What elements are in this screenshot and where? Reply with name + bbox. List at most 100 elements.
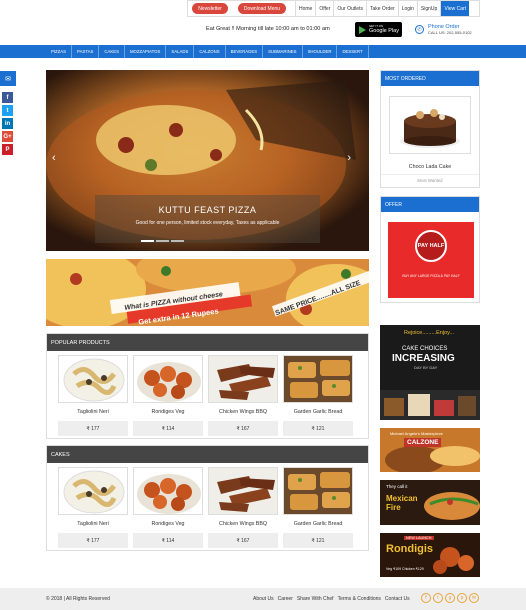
google-plus-icon[interactable]: g — [445, 593, 455, 603]
product-image — [58, 355, 128, 403]
nav-beverages[interactable]: BEVERAGES — [226, 45, 264, 58]
social-sidebar: ✉ f t in G+ P — [0, 71, 16, 155]
product-price: ₹ 121 — [283, 533, 353, 548]
download-menu-button[interactable]: Download Menu — [238, 3, 286, 14]
promo-banner[interactable]: What is PIZZA without cheese Get extra i… — [46, 259, 369, 326]
newsletter-button[interactable]: Newsletter — [192, 3, 228, 14]
footer-link-about[interactable]: About Us — [253, 596, 274, 602]
nav-link-signup[interactable]: SignUp — [416, 1, 440, 16]
nav-dessert[interactable]: DESSERT — [337, 45, 369, 58]
slider-dot[interactable] — [141, 240, 154, 242]
calzone-ad-title: CALZONE — [404, 438, 442, 447]
facebook-icon[interactable]: f — [2, 92, 13, 103]
nav-link-outlets[interactable]: Our Outlets — [333, 1, 366, 16]
pinterest-icon[interactable]: p — [457, 593, 467, 603]
twitter-icon[interactable]: t — [2, 105, 13, 116]
product-name: Chicken Wings BBQ — [219, 521, 267, 527]
footer-links: About Us Career Share With Chef Terms & … — [253, 596, 414, 602]
nav-link-offer[interactable]: Offer — [315, 1, 333, 16]
view-cart-button[interactable]: View Cart — [440, 1, 470, 16]
pay-half-badge: PAY HALF — [415, 230, 447, 262]
rondigis-ad[interactable]: NEW LAUNCH Rondigis Veg ₹109 Chicken ₹12… — [380, 533, 480, 577]
product-card[interactable]: Garden Garlic Bread ₹ 121 — [283, 467, 353, 548]
product-name: Tagliolini Neri — [77, 409, 109, 415]
slide-subtitle: Good for one person, limited stock every… — [135, 220, 280, 226]
twitter-icon[interactable]: t — [433, 593, 443, 603]
product-name: Rondiges Veg — [151, 409, 185, 415]
product-image — [208, 467, 278, 515]
product-name: Tagliolini Neri — [77, 521, 109, 527]
cake-ad-day: DAY BY DAY — [414, 365, 438, 370]
mail-icon[interactable]: ✉ — [469, 593, 479, 603]
calzone-ad-top: Michael Angelo's Masterpiece — [390, 431, 443, 436]
linkedin-icon[interactable]: in — [2, 118, 13, 129]
footer-link-contact[interactable]: Contact Us — [385, 596, 410, 602]
slider-dot[interactable] — [171, 240, 184, 242]
google-plus-icon[interactable]: G+ — [2, 131, 13, 142]
copyright-text: © 2018 | All Rights Reserved — [46, 596, 110, 602]
offer-title: OFFER — [381, 197, 479, 212]
nav-salads[interactable]: SALADS — [166, 45, 195, 58]
footer: © 2018 | All Rights Reserved About Us Ca… — [0, 588, 526, 610]
cake-ad-mid: CAKE CHOICES — [402, 346, 448, 352]
rondigis-ad-sub: NEW LAUNCH — [404, 536, 434, 540]
product-image — [283, 467, 353, 515]
nav-calzons[interactable]: CALZONS — [194, 45, 226, 58]
rondigis-ad-price: Veg ₹109 Chicken ₹129 — [386, 567, 424, 571]
nav-mozzapiatos[interactable]: MOZZAPIATOS — [125, 45, 167, 58]
slider-next-arrow[interactable]: › — [347, 152, 351, 164]
facebook-icon[interactable]: f — [421, 593, 431, 603]
google-play-badge[interactable]: GET IT ON Google Play — [355, 22, 402, 37]
nav-pastas[interactable]: PASTAS — [72, 45, 100, 58]
product-name: Rondiges Veg — [151, 521, 185, 527]
most-ordered-name: Choco Lada Cake — [408, 164, 452, 170]
product-price: ₹ 177 — [58, 533, 128, 548]
most-ordered-title: MOST ORDERED — [381, 71, 479, 86]
cake-ad-top: Rejoice.........Enjoy... — [404, 330, 455, 336]
phone-order[interactable]: ✆ Phone Order CALL US: 202-555-0102 — [415, 24, 472, 35]
product-price: ₹ 114 — [133, 533, 203, 548]
most-ordered-sub: Most Wanted — [381, 174, 479, 183]
slide-caption: KUTTU FEAST PIZZA Good for one person, l… — [95, 195, 320, 243]
slide-title: KUTTU FEAST PIZZA — [158, 205, 257, 215]
product-price: ₹ 167 — [208, 533, 278, 548]
footer-link-share-chef[interactable]: Share With Chef — [297, 596, 334, 602]
popular-products-section: POPULAR PRODUCTS Tagliolini Neri ₹ 177 R… — [46, 333, 369, 439]
nav-cakes[interactable]: CAKES — [99, 45, 125, 58]
mexican-ad-top: They call it — [386, 484, 408, 489]
nav-link-home[interactable]: Home — [295, 1, 315, 16]
calzone-ad[interactable]: Michael Angelo's Masterpiece CALZONE — [380, 428, 480, 472]
product-card[interactable]: Rondiges Veg ₹ 114 — [133, 355, 203, 436]
product-card[interactable]: Tagliolini Neri ₹ 177 — [58, 355, 128, 436]
nav-link-take-order[interactable]: Take Order — [365, 1, 398, 16]
product-card[interactable]: Chicken Wings BBQ ₹ 167 — [208, 355, 278, 436]
top-bar: Newsletter Download Menu Home Offer Our … — [187, 0, 480, 17]
product-price: ₹ 167 — [208, 421, 278, 436]
product-name: Garden Garlic Bread — [293, 409, 343, 415]
product-card[interactable]: Chicken Wings BBQ ₹ 167 — [208, 467, 278, 548]
product-image — [58, 467, 128, 515]
slider-dot[interactable] — [156, 240, 169, 242]
footer-link-career[interactable]: Career — [278, 596, 293, 602]
nav-link-login[interactable]: Login — [397, 1, 417, 16]
product-price: ₹ 177 — [58, 421, 128, 436]
nav-pizzas[interactable]: PIZZAS — [46, 45, 73, 58]
cake-image[interactable] — [389, 96, 471, 154]
product-card[interactable]: Tagliolini Neri ₹ 177 — [58, 467, 128, 548]
hero-slider[interactable]: ‹ › KUTTU FEAST PIZZA Good for one perso… — [46, 70, 369, 251]
pinterest-icon[interactable]: P — [2, 144, 13, 155]
mail-icon[interactable]: ✉ — [0, 71, 16, 86]
offer-image[interactable]: PAY HALF BUY ANY LARGE PIZZA & PAY HALF — [388, 222, 474, 298]
cake-ad[interactable]: Rejoice.........Enjoy... CAKE CHOICES IN… — [380, 325, 480, 420]
product-price: ₹ 121 — [283, 421, 353, 436]
footer-link-terms[interactable]: Terms & Conditions — [338, 596, 381, 602]
product-card[interactable]: Garden Garlic Bread ₹ 121 — [283, 355, 353, 436]
slider-prev-arrow[interactable]: ‹ — [52, 152, 56, 164]
nav-submarines[interactable]: SUBMARINES — [263, 45, 303, 58]
rondigis-ad-title: Rondigis — [386, 543, 434, 555]
nav-shoulder[interactable]: SHOULDER — [303, 45, 338, 58]
product-card[interactable]: Rondiges Veg ₹ 114 — [133, 467, 203, 548]
mexican-ad-title: Mexican Fire — [386, 494, 418, 512]
mexican-ad[interactable]: They call it Mexican Fire — [380, 480, 480, 525]
